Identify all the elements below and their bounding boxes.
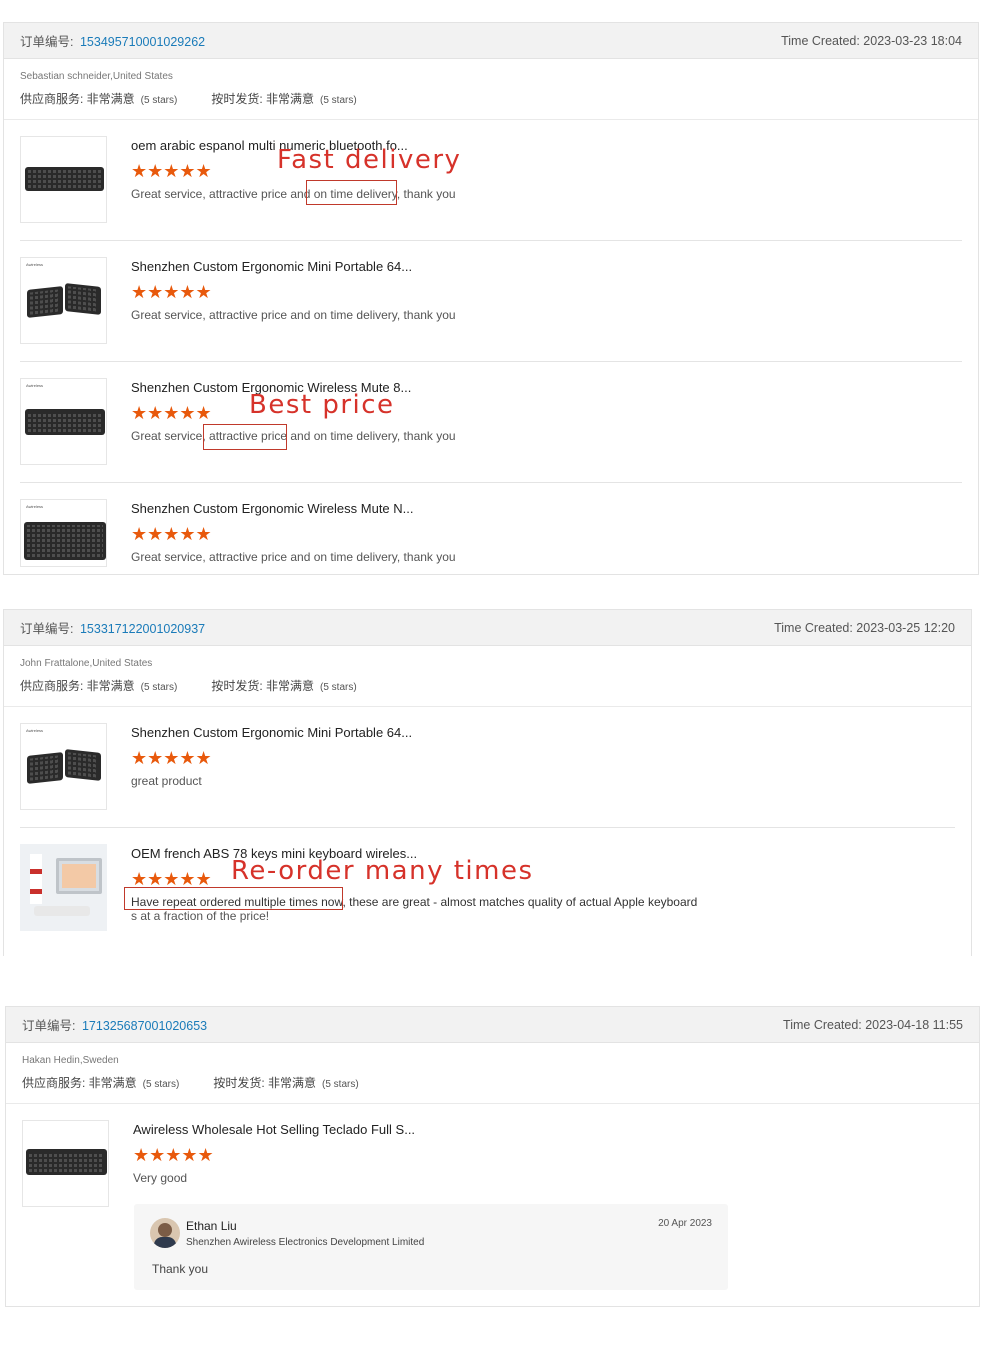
- time-created: Time Created: 2023-03-23 18:04: [781, 33, 962, 48]
- callout-reorder: Re-order many times: [231, 856, 534, 886]
- review-text: Great service, attractive price and on t…: [131, 308, 456, 322]
- ontime-rating: 按时发货: 非常满意 (5 stars): [211, 90, 356, 107]
- buyer-name: Hakan Hedin,Sweden: [22, 1055, 119, 1066]
- keyboard-image: [26, 1149, 107, 1175]
- callout-fast-delivery: Fast delivery: [277, 145, 462, 175]
- buyer-name: Sebastian schneider,United States: [20, 71, 173, 82]
- supplier-service-label: 供应商服务: 非常满意: [22, 1076, 137, 1090]
- star-rating: ★★★★★: [131, 282, 212, 302]
- supplier-service-stars: (5 stars): [140, 682, 178, 693]
- supplier-service-rating: 供应商服务: 非常满意 (5 stars): [20, 90, 177, 107]
- product-image[interactable]: Awireless: [20, 378, 107, 465]
- buyer-info: Hakan Hedin,Sweden 供应商服务: 非常满意 (5 stars) …: [6, 1043, 979, 1091]
- star-rating: ★★★★★: [131, 524, 212, 544]
- ontime-label: 按时发货: 非常满意: [211, 92, 315, 106]
- supplier-service-rating: 供应商服务: 非常满意 (5 stars): [20, 677, 177, 694]
- brand-logo: Awireless: [26, 262, 44, 267]
- order-card: 订单编号: 153495710001029262 Time Created: 2…: [3, 22, 979, 575]
- highlight-box: [203, 424, 287, 450]
- callout-best-price: Best price: [249, 390, 395, 420]
- order-number-label: 订单编号:: [22, 1019, 76, 1033]
- keyboard-image: [65, 283, 101, 315]
- time-created: Time Created: 2023-03-25 12:20: [774, 620, 955, 635]
- seller-reply: Ethan Liu Shenzhen Awireless Electronics…: [134, 1204, 728, 1290]
- order-header: 订单编号: 153317122001020937 Time Created: 2…: [4, 610, 971, 646]
- lighthouse-image: [30, 854, 42, 904]
- keyboard-image: [27, 752, 63, 784]
- product-title[interactable]: Awireless Wholesale Hot Selling Teclado …: [133, 1122, 415, 1137]
- ontime-rating: 按时发货: 非常满意 (5 stars): [211, 677, 356, 694]
- order-number-label: 订单编号:: [20, 622, 74, 636]
- review-text: Great service, attractive price and on t…: [131, 429, 456, 443]
- brand-logo: Awireless: [26, 728, 44, 733]
- monitor-image: [56, 858, 102, 894]
- keyboard-image: [24, 522, 106, 560]
- ontime-stars: (5 stars): [320, 95, 357, 106]
- product-image[interactable]: Awireless: [20, 723, 107, 810]
- review-item: Awireless Shenzhen Custom Ergonomic Mini…: [4, 707, 971, 828]
- highlight-box: [124, 887, 343, 910]
- review-text: great product: [131, 774, 202, 788]
- avatar: [150, 1218, 180, 1248]
- ontime-rating: 按时发货: 非常满意 (5 stars): [213, 1074, 358, 1091]
- brand-logo: Awireless: [26, 383, 44, 388]
- supplier-service-label: 供应商服务: 非常满意: [20, 92, 135, 106]
- keyboard-image: [27, 286, 63, 318]
- reply-text: Thank you: [152, 1262, 209, 1276]
- supplier-service-stars: (5 stars): [142, 1079, 180, 1090]
- buyer-info: Sebastian schneider,United States 供应商服务:…: [4, 59, 978, 107]
- supplier-service-label: 供应商服务: 非常满意: [20, 679, 135, 693]
- order-number-link[interactable]: 153495710001029262: [80, 35, 205, 49]
- review-text-line: s at a fraction of the price!: [131, 909, 270, 923]
- order-ratings: 供应商服务: 非常满意 (5 stars) 按时发货: 非常满意 (5 stars): [20, 677, 955, 694]
- order-number-label: 订单编号:: [20, 35, 74, 49]
- order-card: 订单编号: 171325687001020653 Time Created: 2…: [5, 1006, 980, 1307]
- ontime-stars: (5 stars): [320, 682, 357, 693]
- star-rating: ★★★★★: [131, 748, 212, 768]
- supplier-service-stars: (5 stars): [140, 95, 178, 106]
- review-item: Awireless Shenzhen Custom Ergonomic Wire…: [4, 362, 978, 483]
- keyboard-image: [25, 167, 104, 191]
- supplier-service-rating: 供应商服务: 非常满意 (5 stars): [22, 1074, 179, 1091]
- star-rating: ★★★★★: [133, 1145, 214, 1165]
- order-number-link[interactable]: 153317122001020937: [80, 622, 205, 636]
- time-created: Time Created: 2023-04-18 11:55: [783, 1017, 963, 1032]
- product-image[interactable]: [22, 1120, 109, 1207]
- keyboard-image: [34, 906, 90, 916]
- buyer-name: John Frattalone,United States: [20, 658, 153, 669]
- brand-logo: Awireless: [26, 504, 44, 509]
- order-number-link[interactable]: 171325687001020653: [82, 1019, 207, 1033]
- order-header: 订单编号: 171325687001020653 Time Created: 2…: [6, 1007, 979, 1043]
- ontime-label: 按时发货: 非常满意: [211, 679, 315, 693]
- review-text: Great service, attractive price and on t…: [131, 187, 456, 201]
- order-header: 订单编号: 153495710001029262 Time Created: 2…: [4, 23, 978, 59]
- product-title[interactable]: Shenzhen Custom Ergonomic Wireless Mute …: [131, 501, 456, 516]
- order-ratings: 供应商服务: 非常满意 (5 stars) 按时发货: 非常满意 (5 stars): [22, 1074, 963, 1091]
- reply-author: Ethan Liu: [186, 1219, 237, 1233]
- review-item: oem arabic espanol multi numeric bluetoo…: [4, 120, 978, 241]
- review-text: Very good: [133, 1171, 188, 1185]
- reply-company: Shenzhen Awireless Electronics Developme…: [186, 1237, 425, 1248]
- review-item: Awireless Shenzhen Custom Ergonomic Wire…: [4, 483, 978, 567]
- review-text: Great service, attractive price and on t…: [131, 550, 456, 564]
- product-image[interactable]: [20, 136, 107, 223]
- keyboard-image: [25, 409, 105, 435]
- keyboard-image: [65, 749, 101, 781]
- product-title[interactable]: Shenzhen Custom Ergonomic Mini Portable …: [131, 259, 456, 274]
- reply-date: 20 Apr 2023: [658, 1218, 712, 1229]
- review-item: Awireless Shenzhen Custom Ergonomic Mini…: [4, 241, 978, 362]
- ontime-label: 按时发货: 非常满意: [213, 1076, 317, 1090]
- product-image[interactable]: Awireless: [20, 499, 107, 567]
- buyer-info: John Frattalone,United States 供应商服务: 非常满…: [4, 646, 971, 694]
- order-ratings: 供应商服务: 非常满意 (5 stars) 按时发货: 非常满意 (5 stars): [20, 90, 962, 107]
- ontime-stars: (5 stars): [322, 1079, 359, 1090]
- product-image[interactable]: [20, 844, 107, 931]
- product-image[interactable]: Awireless: [20, 257, 107, 344]
- product-title[interactable]: Shenzhen Custom Ergonomic Mini Portable …: [131, 725, 412, 740]
- highlight-box: [306, 180, 397, 205]
